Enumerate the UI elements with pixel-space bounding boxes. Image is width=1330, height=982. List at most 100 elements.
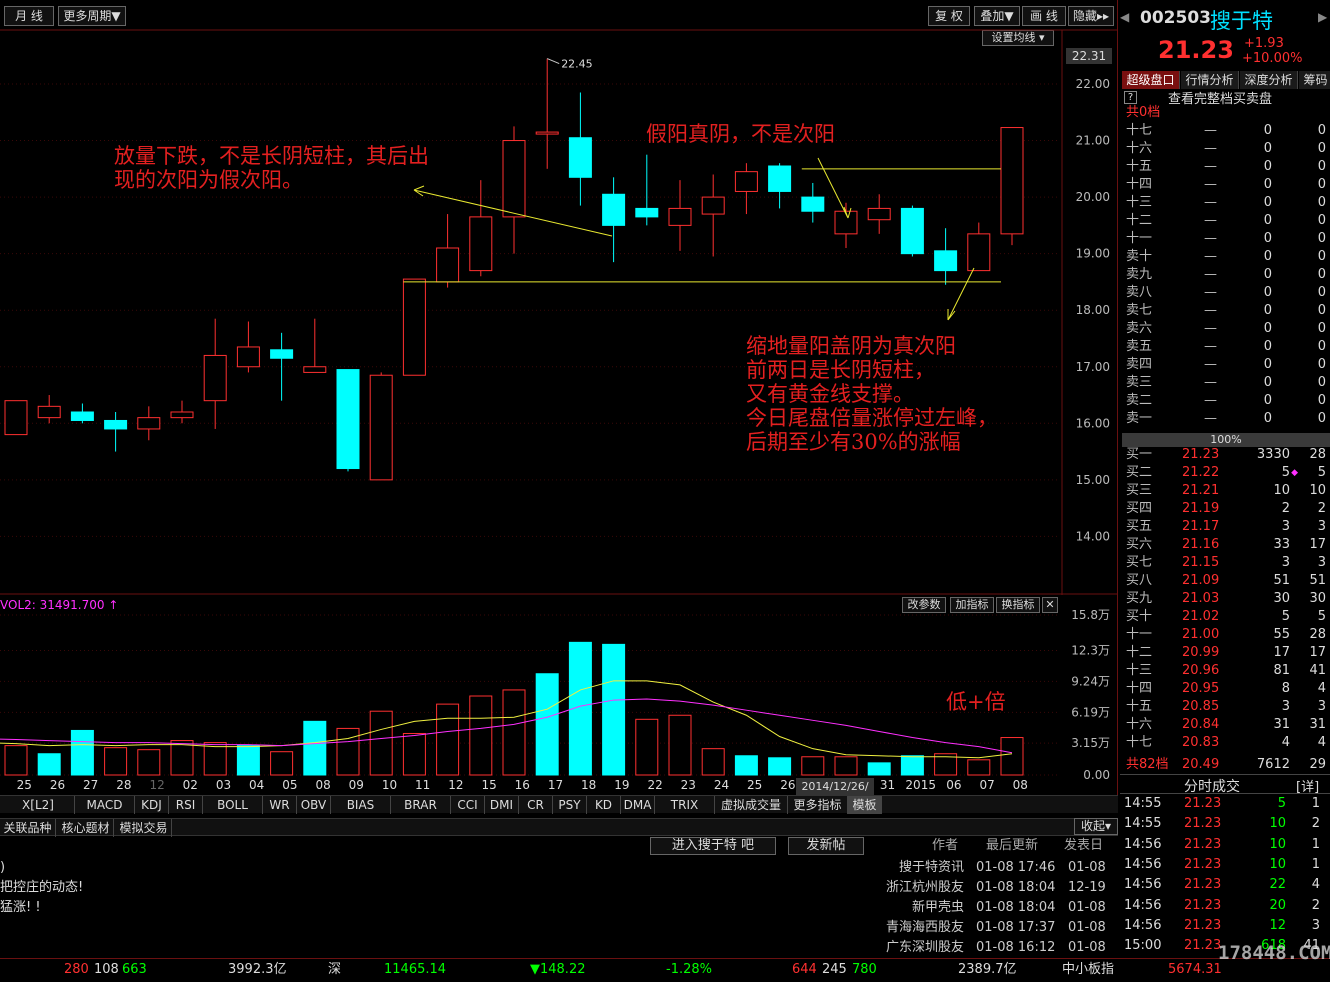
bottom-tab[interactable]: 模拟交易 xyxy=(116,819,172,837)
volume-bar xyxy=(137,749,161,776)
high-marker-line xyxy=(547,58,560,65)
indicator-tab[interactable]: BIAS xyxy=(331,796,391,814)
level-volume: 3 xyxy=(1281,699,1290,714)
tick-count: 4 xyxy=(1311,877,1320,893)
level-label: 买十 xyxy=(1126,609,1153,624)
candle xyxy=(436,214,460,288)
tick-row: 14:56 21.23 12 3 xyxy=(1122,916,1330,936)
candle xyxy=(768,163,792,209)
level-volume: 31 xyxy=(1273,717,1290,732)
prev-stock-icon[interactable]: ◀ xyxy=(1120,10,1129,24)
change-params-button[interactable]: 改参数 xyxy=(902,597,946,613)
forum-author: 浙江杭州股友 xyxy=(885,880,964,895)
indicator-tab[interactable]: TRIX xyxy=(655,796,715,814)
forum-date: 01-08 xyxy=(1068,900,1106,915)
sz-amount: 2389.7亿 xyxy=(958,962,1017,977)
level-label: 十二 xyxy=(1126,213,1153,228)
volume-bar xyxy=(967,759,991,776)
indicator-tab[interactable]: DMI xyxy=(485,796,519,814)
tick-price: 21.23 xyxy=(1184,816,1222,832)
candle-body xyxy=(768,165,792,192)
indicator-tab[interactable]: 虚拟成交量 xyxy=(715,796,788,814)
indicator-tab[interactable]: WR xyxy=(263,796,297,814)
indicator-tab[interactable]: CR xyxy=(519,796,553,814)
volume-bar xyxy=(336,727,360,776)
help-icon[interactable]: ? xyxy=(1124,91,1137,104)
indicator-tab[interactable]: KDJ xyxy=(135,796,169,814)
indicator-tab[interactable]: PSY xyxy=(553,796,587,814)
next-stock-icon[interactable]: ▶ xyxy=(1318,10,1327,24)
swap-indicator-button[interactable]: 换指标 xyxy=(996,597,1040,613)
stock-change-pct: +10.00% xyxy=(1242,51,1303,66)
forum-date: 01-08 xyxy=(1068,940,1106,955)
right-tab-bar: 超级盘口 行情分析 深度分析 筹码 xyxy=(1122,71,1330,89)
indicator-tab[interactable]: 更多指标 xyxy=(788,796,848,814)
level-label: 买七 xyxy=(1126,555,1153,570)
new-post-button[interactable]: 发新帖 xyxy=(788,837,864,855)
indicator-tab[interactable]: CCI xyxy=(451,796,485,814)
candle-body xyxy=(170,411,194,419)
candle-body xyxy=(668,207,692,226)
ticks-title: 分时成交 xyxy=(1184,779,1240,795)
candle xyxy=(867,194,891,234)
candle xyxy=(4,400,28,436)
close-indicator-button[interactable]: ✕ xyxy=(1042,597,1058,613)
volume-bar xyxy=(236,745,260,776)
level-price: — xyxy=(1204,375,1217,390)
tick-time: 15:00 xyxy=(1124,938,1162,954)
indicator-tab[interactable]: X[L2] xyxy=(2,796,75,814)
volume-bar xyxy=(734,755,758,776)
vol-tick: 12.3万 xyxy=(1071,643,1110,657)
level-volume: 30 xyxy=(1273,591,1290,606)
indicator-tab[interactable]: BRAR xyxy=(391,796,451,814)
right-tab[interactable]: 深度分析 xyxy=(1240,71,1298,89)
enter-forum-button[interactable]: 进入搜于特 吧 xyxy=(650,837,776,855)
col-date: 发表日 xyxy=(1064,838,1104,853)
indicator-tab[interactable]: RSI xyxy=(169,796,203,814)
sz-down-count: 780 xyxy=(852,962,877,977)
level-count: 10 xyxy=(1309,483,1326,498)
candle-body xyxy=(4,400,28,436)
indicator-tab[interactable]: OBV xyxy=(297,796,331,814)
volume-bar xyxy=(436,703,460,776)
candle xyxy=(668,180,692,251)
ask-row: 十三 — 0 0 xyxy=(1122,194,1330,212)
indicator-tab[interactable]: MACD xyxy=(75,796,135,814)
ask-row: 十七 — 0 0 xyxy=(1122,122,1330,140)
add-indicator-button[interactable]: 加指标 xyxy=(950,597,994,613)
bottom-tab[interactable]: 关联品种 xyxy=(0,819,56,837)
level-label: 共82档 xyxy=(1126,757,1169,772)
indicator-tab[interactable]: KD xyxy=(587,796,621,814)
forum-post-title[interactable]: 把控庄的动态! xyxy=(0,878,83,898)
indicator-tab[interactable]: BOLL xyxy=(203,796,263,814)
ticks-detail-link[interactable]: [详] xyxy=(1296,776,1319,795)
board-label: 中小板指 xyxy=(1062,962,1115,977)
volume-bar xyxy=(469,695,493,776)
volume-bar xyxy=(4,745,28,776)
level-price: 20.96 xyxy=(1182,663,1220,678)
forum-post-title[interactable]: 猛涨! ! xyxy=(0,898,41,918)
collapse-button[interactable]: 收起▾ xyxy=(1074,818,1118,835)
bid-row: 买八 21.09 51 51 xyxy=(1122,572,1330,590)
candle xyxy=(502,126,526,254)
forum-update: 01-08 17:37 xyxy=(976,920,1056,935)
level-price: 21.02 xyxy=(1182,609,1220,624)
level-price: — xyxy=(1204,141,1217,156)
forum-post-title[interactable]: ) xyxy=(0,858,5,878)
right-tab[interactable]: 超级盘口 xyxy=(1122,71,1180,89)
price-tick: 22.00 xyxy=(1076,77,1110,91)
x-tick: 27 xyxy=(83,778,98,792)
indicator-tab[interactable]: DMA xyxy=(621,796,655,814)
level-volume: 8 xyxy=(1281,681,1290,696)
level-volume: 0 xyxy=(1263,195,1272,210)
right-tab[interactable]: 行情分析 xyxy=(1181,71,1239,89)
indicator-tab[interactable]: 模板 xyxy=(848,796,882,814)
volume-bar xyxy=(1000,737,1024,776)
tick-count: 1 xyxy=(1311,796,1320,811)
candle-body xyxy=(203,354,227,402)
level-count: 0 xyxy=(1317,321,1326,336)
candle xyxy=(104,411,128,452)
bottom-tab[interactable]: 核心题材 xyxy=(58,819,114,837)
level-count: 41 xyxy=(1309,663,1326,678)
right-tab[interactable]: 筹码 xyxy=(1299,71,1330,89)
